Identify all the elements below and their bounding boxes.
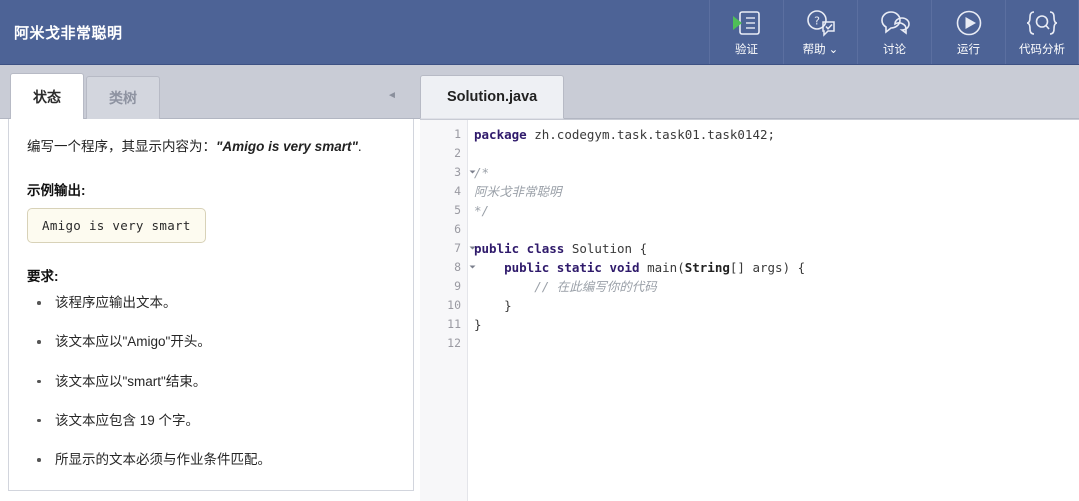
code-token: String (684, 260, 730, 275)
task-intro-quote: "Amigo is very smart" (216, 139, 358, 154)
code-line: } (474, 296, 1079, 315)
svg-text:?: ? (814, 14, 820, 27)
task-intro-suffix: . (357, 139, 362, 154)
help-question-chat-icon: ? (805, 8, 837, 38)
tab-solution-java-label: Solution.java (447, 89, 538, 105)
toolbar-button-help[interactable]: ? 帮助 ⌄ (783, 0, 857, 64)
code-token: } (474, 317, 482, 332)
gutter-line-number: 5 (454, 203, 461, 217)
task-intro: 编写一个程序，其显示内容为："Amigo is very smart". (27, 137, 397, 157)
code-token: /* (474, 165, 490, 180)
code-token: Solution { (564, 241, 648, 256)
editor-code-area[interactable]: package zh.codegym.task.task01.task0142;… (468, 120, 1079, 501)
tab-strip: 状态 类树 ◄ Solution.java (0, 65, 1079, 119)
code-token: } (474, 298, 512, 313)
left-panel-tabs: 状态 类树 ◄ (0, 65, 415, 119)
code-token: [] args) { (729, 260, 806, 275)
gutter-line-number: 6 (454, 222, 461, 236)
toolbar-button-discussion[interactable]: 讨论 (857, 0, 931, 64)
task-description-panel: 编写一个程序，其显示内容为："Amigo is very smart". 示例输… (8, 119, 414, 491)
toolbar-label-code-analysis: 代码分析 (1019, 43, 1065, 56)
verify-checklist-play-icon (732, 8, 762, 38)
tab-status-label: 状态 (33, 88, 61, 105)
code-line: public class Solution { (474, 239, 1079, 258)
toolbar-button-run[interactable]: 运行 (931, 0, 1005, 64)
code-token: main( (639, 260, 685, 275)
code-line: /* (474, 163, 1079, 182)
gutter-line-number: 9 (454, 279, 461, 293)
body-area: 编写一个程序，其显示内容为："Amigo is very smart". 示例输… (0, 119, 1079, 501)
tab-class-tree[interactable]: 类树 (86, 76, 160, 119)
code-token: public static void (504, 260, 640, 275)
editor-gutter: 1 2 3 4 5 6 7 8 9 10 11 12 (420, 120, 476, 501)
collapse-glyph: ◄ (387, 90, 397, 101)
app-header: 阿米戈非常聪明 验证 ? 帮助 ⌄ 讨论 运行 代码分析 (0, 0, 1079, 65)
toolbar-label-run: 运行 (957, 43, 980, 56)
gutter-line-number: 12 (447, 336, 461, 350)
list-item: 该文本应以"Amigo"开头。 (27, 333, 397, 351)
toolbar-label-discussion: 讨论 (883, 43, 906, 56)
editor-tabs: Solution.java (420, 65, 565, 119)
list-item: 该文本应以"smart"结束。 (27, 373, 397, 391)
requirements-list: 该程序应输出文本。 该文本应以"Amigo"开头。 该文本应以"smart"结束… (27, 294, 397, 469)
gutter-line-number: 2 (454, 146, 461, 160)
gutter-line-number: 4 (454, 184, 461, 198)
tab-solution-java[interactable]: Solution.java (420, 75, 565, 119)
code-token: zh.codegym.task.task01.task0142; (526, 127, 776, 142)
code-token: // 在此编写你的代码 (534, 279, 657, 294)
tab-class-tree-label: 类树 (109, 90, 137, 106)
gutter-line-number: 11 (447, 317, 461, 331)
brand: 阿米戈非常聪明 (0, 0, 709, 64)
gutter-line-number: 7 (420, 239, 476, 258)
gutter-line-number: 8 (420, 258, 476, 277)
code-token: 阿米戈非常聪明 (474, 184, 562, 199)
toolbar-help-text: 帮助 (802, 43, 826, 56)
code-editor[interactable]: 1 2 3 4 5 6 7 8 9 10 11 12 package zh.codegym.task.… (420, 119, 1079, 501)
run-play-circle-icon (954, 8, 984, 38)
fold-marker-icon[interactable] (469, 246, 476, 250)
toolbar-button-verify[interactable]: 验证 (709, 0, 783, 64)
list-item: 该文本应包含 19 个字。 (27, 412, 397, 430)
code-token: */ (474, 203, 490, 218)
gutter-line-number: 1 (454, 127, 461, 141)
code-token: package (474, 127, 527, 142)
toolbar-label-help: 帮助 ⌄ (803, 41, 839, 57)
gutter-line-number: 3 (420, 163, 476, 182)
example-output-heading: 示例输出: (27, 183, 86, 199)
fold-marker-icon[interactable] (469, 170, 476, 174)
app-root: 阿米戈非常聪明 验证 ? 帮助 ⌄ 讨论 运行 代码分析 状态 类树 ◄ Sol… (0, 0, 1079, 501)
fold-marker-icon[interactable] (469, 265, 476, 269)
code-line: */ (474, 201, 1079, 220)
task-intro-prefix: 编写一个程序，其显示内容为： (27, 139, 216, 154)
code-line: 阿米戈非常聪明 (474, 182, 1079, 201)
code-line: // 在此编写你的代码 (474, 277, 1079, 296)
discussion-bubbles-icon (879, 8, 911, 38)
code-line: package zh.codegym.task.task01.task0142; (474, 125, 1079, 144)
toolbar-button-code-analysis[interactable]: 代码分析 (1005, 0, 1079, 64)
toolbar: 验证 ? 帮助 ⌄ 讨论 运行 代码分析 (709, 0, 1079, 64)
page-title: 阿米戈非常聪明 (14, 24, 123, 42)
list-item: 所显示的文本必须与作业条件匹配。 (27, 451, 397, 469)
list-item: 该程序应输出文本。 (27, 294, 397, 312)
code-analysis-braces-icon (1025, 8, 1059, 38)
chevron-down-icon: ⌄ (828, 43, 839, 56)
toolbar-label-verify: 验证 (735, 43, 758, 56)
requirements-heading: 要求: (27, 269, 59, 285)
code-line: public static void main(String[] args) { (474, 258, 1079, 277)
code-line: } (474, 315, 1079, 334)
example-output-box: Amigo is very smart (27, 208, 206, 244)
tab-status[interactable]: 状态 (10, 73, 84, 119)
gutter-line-number: 10 (447, 298, 461, 312)
code-token: public class (474, 241, 565, 256)
collapse-panel-chevron-left-icon[interactable]: ◄ (385, 89, 399, 103)
